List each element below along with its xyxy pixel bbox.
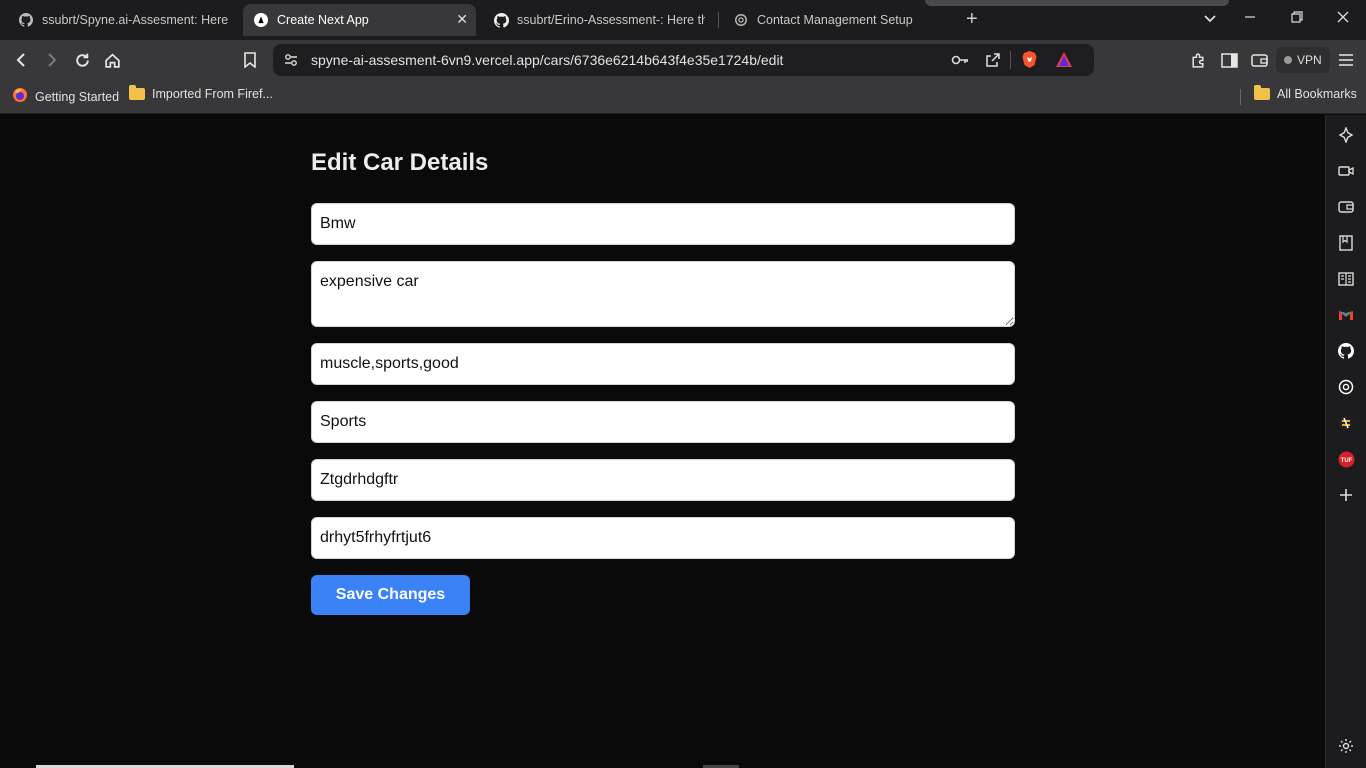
- close-icon[interactable]: ✕: [456, 11, 468, 28]
- car-tags-input[interactable]: [311, 343, 1015, 385]
- video-call-icon[interactable]: [1337, 162, 1355, 180]
- bookmark-label: Getting Started: [35, 89, 120, 104]
- window-close-icon[interactable]: [1336, 10, 1350, 28]
- firefox-icon: [12, 87, 28, 106]
- save-changes-button[interactable]: Save Changes: [311, 575, 470, 615]
- browser-toolbar: spyne-ai-assesment-6vn9.vercel.app/cars/…: [0, 40, 1366, 80]
- tab-label: ssubrt/Erino-Assessment-: Here the: [517, 13, 705, 27]
- leo-ai-star-icon[interactable]: [1337, 126, 1355, 144]
- vpn-button[interactable]: VPN: [1276, 47, 1330, 73]
- nextjs-icon: [253, 12, 269, 28]
- tab-erino-repo[interactable]: ssubrt/Erino-Assessment-: Here the: [483, 4, 715, 36]
- url-text: spyne-ai-assesment-6vn9.vercel.app/cars/…: [311, 52, 784, 68]
- sidebar-toggle-icon[interactable]: [1219, 50, 1239, 70]
- car-description-textarea[interactable]: expensive car: [311, 261, 1015, 327]
- wallet-panel-icon[interactable]: [1337, 198, 1355, 216]
- github-icon: [493, 12, 509, 28]
- github-panel-icon[interactable]: [1337, 342, 1355, 360]
- back-arrow-icon[interactable]: [12, 50, 32, 70]
- tab-label: ssubrt/Spyne.ai-Assesment: Here th: [42, 13, 230, 27]
- folder-icon: [1254, 85, 1270, 100]
- all-bookmarks-folder[interactable]: All Bookmarks: [1254, 85, 1357, 101]
- tabs-dropdown-chevron-icon[interactable]: [1202, 10, 1218, 31]
- sider-ai-icon[interactable]: [1337, 414, 1355, 432]
- folder-icon: [129, 85, 145, 100]
- bookmark-icon[interactable]: [240, 50, 260, 70]
- address-divider: [1010, 51, 1011, 69]
- vpn-label: VPN: [1297, 53, 1322, 67]
- settings-gear-icon[interactable]: [1337, 737, 1355, 755]
- wallet-icon[interactable]: [1249, 50, 1269, 70]
- reading-list-icon[interactable]: [1337, 270, 1355, 288]
- openai-icon: [733, 12, 749, 28]
- menu-hamburger-icon[interactable]: [1336, 50, 1356, 70]
- extensions-puzzle-icon[interactable]: [1188, 50, 1208, 70]
- bookmark-imported-folder[interactable]: Imported From Firef...: [129, 85, 273, 101]
- tab-label: Create Next App: [277, 13, 369, 27]
- tab-contact-management[interactable]: Contact Management Setup: [723, 4, 955, 36]
- bookmark-label: Imported From Firef...: [152, 87, 273, 101]
- tab-search-hint: [925, 0, 1229, 6]
- home-icon[interactable]: [102, 50, 122, 70]
- car-dealer-input[interactable]: [311, 517, 1015, 559]
- tab-strip: ssubrt/Spyne.ai-Assesment: Here th Creat…: [0, 0, 1366, 40]
- bookmarks-panel-icon[interactable]: [1337, 234, 1355, 252]
- gmail-icon[interactable]: [1337, 306, 1355, 324]
- bookmarks-bar: Getting Started Imported From Firef... A…: [0, 80, 1366, 114]
- github-icon: [18, 12, 34, 28]
- chatgpt-icon[interactable]: [1337, 378, 1355, 396]
- car-title-input[interactable]: [311, 203, 1015, 245]
- car-company-input[interactable]: [311, 459, 1015, 501]
- add-panel-plus-icon[interactable]: [1337, 486, 1355, 504]
- brave-rewards-icon[interactable]: [1055, 51, 1073, 73]
- tuf-icon[interactable]: TUF: [1337, 450, 1355, 468]
- bookmarks-divider: [1240, 89, 1241, 105]
- new-tab-plus-icon[interactable]: +: [966, 8, 978, 31]
- minimize-icon[interactable]: [1243, 10, 1257, 28]
- bookmark-getting-started[interactable]: Getting Started: [12, 87, 119, 106]
- browser-side-panel: TUF: [1325, 115, 1366, 768]
- page-title: Edit Car Details: [311, 149, 489, 176]
- forward-arrow-icon[interactable]: [41, 50, 61, 70]
- brave-shields-icon[interactable]: [1021, 50, 1038, 74]
- svg-text:TUF: TUF: [1340, 458, 1352, 464]
- tab-spyne-repo[interactable]: ssubrt/Spyne.ai-Assesment: Here th: [8, 4, 240, 36]
- all-bookmarks-label: All Bookmarks: [1277, 87, 1357, 101]
- car-type-input[interactable]: [311, 401, 1015, 443]
- edit-car-page: Edit Car Details expensive car Save Chan…: [0, 115, 1325, 768]
- reload-icon[interactable]: [72, 50, 92, 70]
- key-icon[interactable]: [951, 52, 969, 73]
- site-settings-icon[interactable]: [283, 52, 299, 73]
- address-bar[interactable]: spyne-ai-assesment-6vn9.vercel.app/cars/…: [273, 44, 1094, 76]
- tab-label: Contact Management Setup: [757, 13, 913, 27]
- tab-create-next-app[interactable]: Create Next App ✕: [243, 4, 476, 36]
- tab-divider: [718, 12, 719, 28]
- share-icon[interactable]: [985, 52, 1001, 73]
- vpn-status-dot: [1284, 56, 1292, 64]
- restore-icon[interactable]: [1290, 10, 1304, 28]
